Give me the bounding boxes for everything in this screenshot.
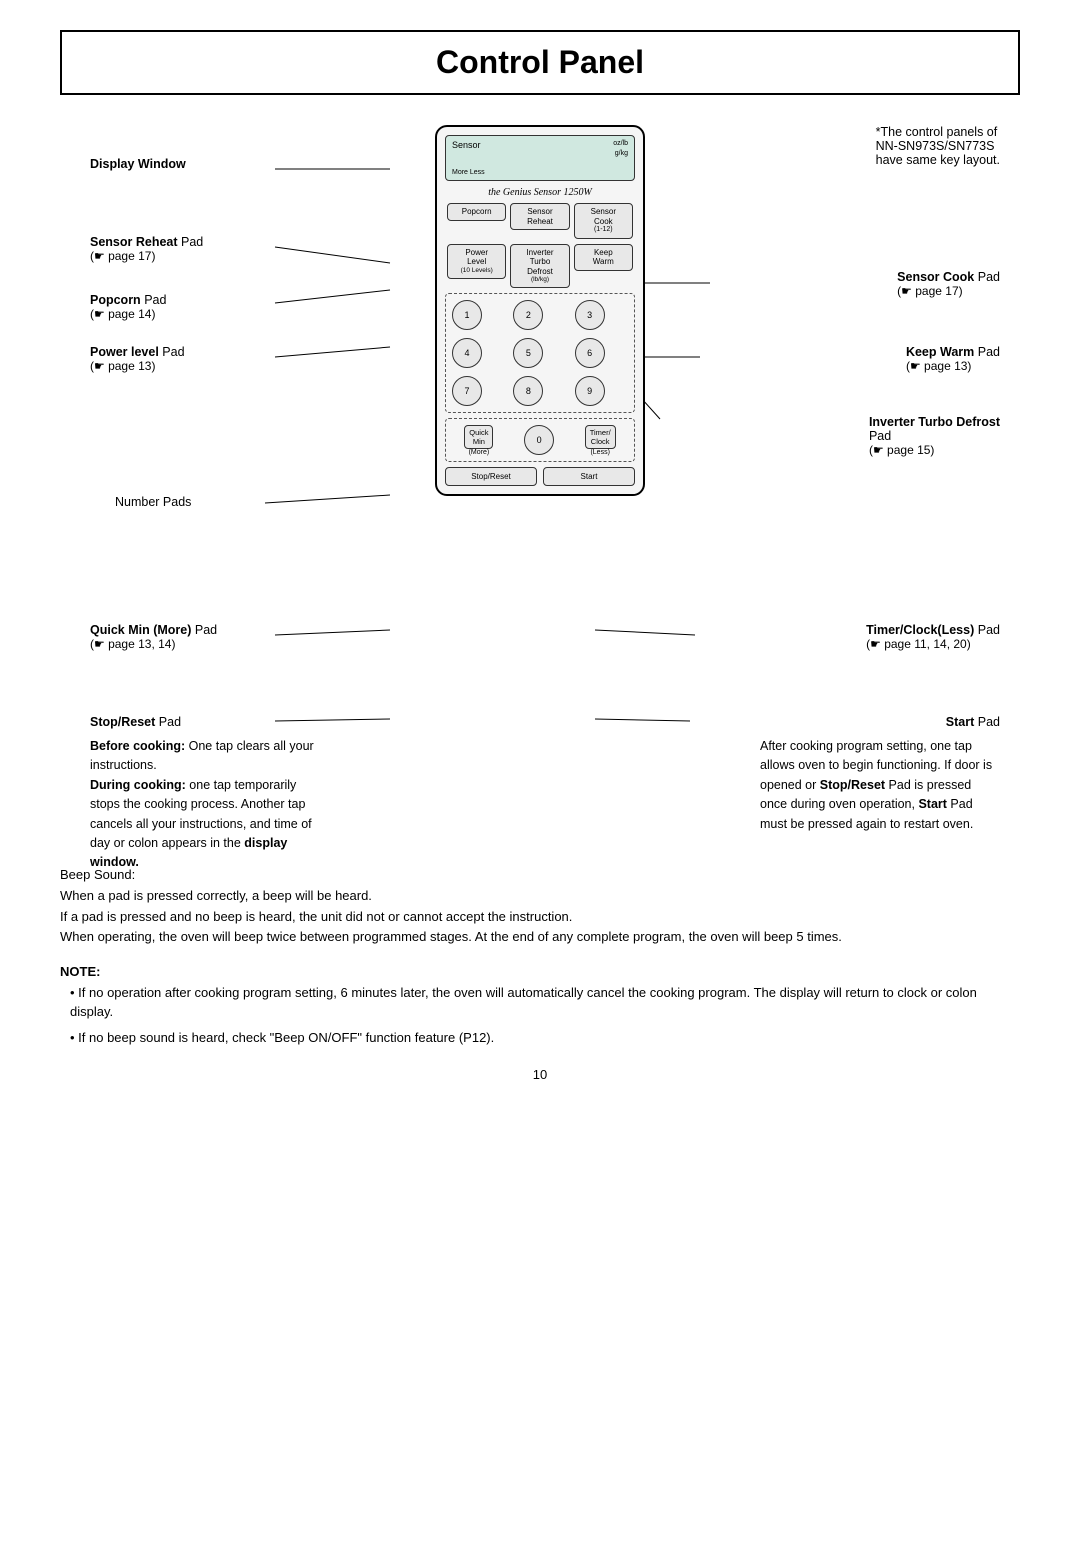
- bottom-content: Beep Sound: When a pad is pressed correc…: [60, 865, 1020, 1047]
- quick-min-group: QuickMin (More): [464, 425, 493, 456]
- panel-box: Sensor oz/lb g/kg More Less the Genius S…: [435, 125, 645, 496]
- label-sensor-reheat: Sensor Reheat Pad (☛ page 17): [90, 235, 203, 263]
- panel-row-2: PowerLevel (10 Levels) InverterTurboDefr…: [445, 244, 635, 289]
- inverter-turbo-btn[interactable]: InverterTurboDefrost (lb/kg): [510, 244, 569, 289]
- sensor-cook-btn[interactable]: SensorCook (1-12): [574, 203, 633, 239]
- label-number-pads: Number Pads: [115, 495, 191, 509]
- display-oz-lb: oz/lb: [613, 140, 628, 147]
- start-btn[interactable]: Start: [543, 467, 635, 486]
- num-5-btn[interactable]: 5: [513, 338, 543, 368]
- sensor-cook-sub: (1-12): [577, 226, 630, 234]
- label-start-title: Start Pad: [946, 715, 1000, 729]
- num-8-btn[interactable]: 8: [513, 376, 543, 406]
- page-title: Control Panel: [82, 44, 998, 81]
- label-popcorn: Popcorn Pad (☛ page 14): [90, 293, 166, 321]
- num-2-btn[interactable]: 2: [513, 300, 543, 330]
- timer-clock-sub: (Less): [585, 449, 616, 456]
- num-7-btn[interactable]: 7: [452, 376, 482, 406]
- number-grid: 1 2 3 4 5 6 7 8 9: [445, 293, 635, 413]
- note-item-2: If no beep sound is heard, check "Beep O…: [70, 1028, 1020, 1048]
- brand-label: the Genius Sensor 1250W: [445, 187, 635, 198]
- num-1-btn[interactable]: 1: [452, 300, 482, 330]
- label-power-level: Power level Pad (☛ page 13): [90, 345, 185, 373]
- num-6-btn[interactable]: 6: [575, 338, 605, 368]
- label-start-detail: After cooking program setting, one tap a…: [760, 737, 1000, 834]
- action-row: Stop/Reset Start: [445, 467, 635, 486]
- stop-reset-btn[interactable]: Stop/Reset: [445, 467, 537, 486]
- bottom-number-row: QuickMin (More) 0 Timer/Clock (Less): [445, 418, 635, 462]
- panel-container: Sensor oz/lb g/kg More Less the Genius S…: [435, 125, 645, 496]
- note-list: If no operation after cooking program se…: [60, 983, 1020, 1048]
- label-stop-reset-detail: Before cooking: One tap clears all your …: [90, 737, 320, 873]
- page-number: 10: [60, 1067, 1020, 1082]
- note-item-1: If no operation after cooking program se…: [70, 983, 1020, 1022]
- label-keep-warm: Keep Warm Pad (☛ page 13): [906, 345, 1000, 373]
- keep-warm-btn[interactable]: KeepWarm: [574, 244, 633, 271]
- label-inverter-turbo: Inverter Turbo Defrost Pad (☛ page 15): [869, 415, 1000, 457]
- note-section: NOTE: If no operation after cooking prog…: [60, 962, 1020, 1047]
- popcorn-btn[interactable]: Popcorn: [447, 203, 506, 221]
- panel-display: Sensor oz/lb g/kg More Less: [445, 135, 635, 181]
- display-sensor-label: Sensor: [452, 140, 481, 150]
- beep-line-2: If a pad is pressed and no beep is heard…: [60, 907, 1020, 928]
- quick-min-btn[interactable]: QuickMin: [464, 425, 493, 449]
- timer-clock-btn[interactable]: Timer/Clock: [585, 425, 616, 449]
- inverter-turbo-sub: (lb/kg): [513, 276, 566, 284]
- label-display-window: Display Window: [90, 157, 186, 171]
- num-0-btn[interactable]: 0: [524, 425, 554, 455]
- label-timer-clock: Timer/Clock(Less) Pad (☛ page 11, 14, 20…: [866, 623, 1000, 651]
- sensor-reheat-btn[interactable]: SensorReheat: [510, 203, 569, 230]
- display-more-less: More Less: [452, 169, 485, 176]
- note-title: NOTE:: [60, 962, 1020, 983]
- page-title-box: Control Panel: [60, 30, 1020, 95]
- quick-min-sub: (More): [464, 449, 493, 456]
- timer-clock-group: Timer/Clock (Less): [585, 425, 616, 456]
- power-level-sub: (10 Levels): [450, 267, 503, 275]
- num-4-btn[interactable]: 4: [452, 338, 482, 368]
- label-sensor-cook: Sensor Cook Pad (☛ page 17): [897, 270, 1000, 298]
- power-level-btn[interactable]: PowerLevel (10 Levels): [447, 244, 506, 279]
- diagram-area: *The control panels of NN-SN973S/SN773S …: [60, 125, 1020, 845]
- beep-line-1: When a pad is pressed correctly, a beep …: [60, 886, 1020, 907]
- num-3-btn[interactable]: 3: [575, 300, 605, 330]
- label-quick-min: Quick Min (More) Pad (☛ page 13, 14): [90, 623, 217, 651]
- label-stop-reset-title: Stop/Reset Pad: [90, 715, 181, 729]
- panel-row-1: Popcorn SensorReheat SensorCook (1-12): [445, 203, 635, 239]
- header-note: *The control panels of NN-SN973S/SN773S …: [876, 125, 1000, 167]
- num-9-btn[interactable]: 9: [575, 376, 605, 406]
- beep-line-3: When operating, the oven will beep twice…: [60, 927, 1020, 948]
- display-g-kg: g/kg: [615, 150, 628, 157]
